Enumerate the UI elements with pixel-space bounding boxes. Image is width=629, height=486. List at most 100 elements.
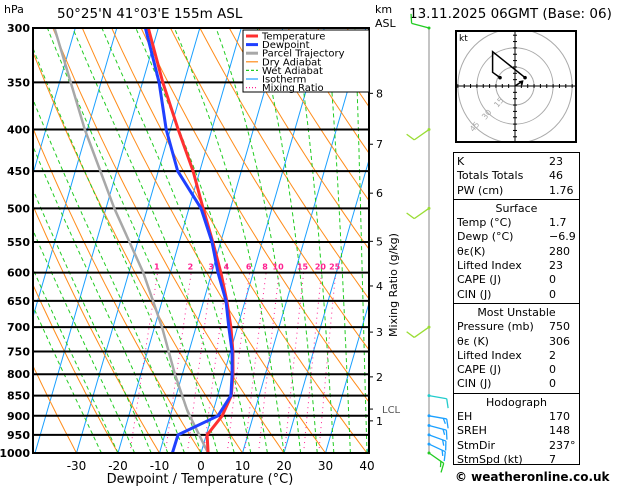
wind-level-dot xyxy=(427,128,431,132)
copyright-footer: © weatheronline.co.uk xyxy=(455,470,610,484)
stat-value: 0 xyxy=(549,273,556,287)
profiles xyxy=(53,28,235,453)
km-tick-label: 5 xyxy=(376,235,383,248)
stat-row: StmDir 237° xyxy=(454,439,579,453)
stat-row: θε(K) 280 xyxy=(454,245,579,259)
km-tick-label: 4 xyxy=(376,280,383,293)
wind-barb xyxy=(428,394,447,400)
stat-value: −6.9 xyxy=(549,230,576,244)
pressure-tick-label: 850 xyxy=(7,390,30,403)
mixing-ratio-label: 4 xyxy=(224,263,230,272)
mixing-ratio-label: 8 xyxy=(262,263,268,272)
mixing-ratio-label: 2 xyxy=(188,263,194,272)
km-tick-label: 1 xyxy=(376,415,383,428)
wind-barb xyxy=(413,207,430,220)
wind-barb xyxy=(428,424,447,431)
wind-barbs xyxy=(406,13,449,473)
pressure-tick-label: 900 xyxy=(7,410,30,423)
stat-row: StmSpd (kt) 7 xyxy=(454,453,579,467)
wind-barb xyxy=(411,22,430,29)
stat-row: Dewp (°C) −6.9 xyxy=(454,230,579,244)
stat-value: 750 xyxy=(549,320,570,334)
wind-level-dot xyxy=(427,414,431,418)
dry-adiabat-line xyxy=(33,51,243,453)
wind-barb xyxy=(428,452,445,464)
stat-row: Totals Totals 46 xyxy=(454,169,579,183)
wind-barb-feather xyxy=(406,331,415,338)
wind-level-dot xyxy=(427,325,431,329)
wind-barb xyxy=(413,129,430,141)
wind-barb-feather xyxy=(445,430,448,440)
km-tick-label: 2 xyxy=(376,371,383,384)
stat-row: CAPE (J) 0 xyxy=(454,363,579,377)
hodograph: 153045kt xyxy=(455,30,577,143)
wind-barb-feather xyxy=(406,212,415,220)
stat-label: Lifted Index xyxy=(457,259,522,273)
wind-barb xyxy=(428,434,447,442)
section-title: Most Unstable xyxy=(477,305,556,319)
wind-barb-feather xyxy=(441,450,444,457)
stat-row: PW (cm) 1.76 xyxy=(454,184,579,198)
stat-row: CIN (J) 0 xyxy=(454,377,579,391)
lcl-label: LCL xyxy=(382,405,401,416)
pressure-tick-label: 300 xyxy=(7,22,30,35)
wind-barb xyxy=(413,326,430,338)
legend: TemperatureDewpointParcel TrajectoryDry … xyxy=(242,29,370,94)
stat-label: SREH xyxy=(457,424,487,438)
stat-value: 7 xyxy=(549,452,556,466)
stat-row: SREH 148 xyxy=(454,424,579,438)
stat-row: Lifted Index 2 xyxy=(454,349,579,363)
stat-label: CIN (J) xyxy=(457,287,492,301)
legend-label: Mixing Ratio xyxy=(262,83,324,94)
pressure-tick-label: 500 xyxy=(7,202,30,215)
stat-row: Lifted Index 23 xyxy=(454,259,579,273)
stat-label: Dewp (°C) xyxy=(457,230,514,244)
section-title: Surface xyxy=(495,201,538,215)
stat-value: 0 xyxy=(549,363,556,377)
hodograph-section: Hodograph EH 170 SREH 148 StmDir 237° StmSpd (k… xyxy=(454,394,579,468)
mixing-ratio-axis-label: Mixing Ratio (g/kg) xyxy=(387,233,400,337)
wind-barb-feather xyxy=(443,451,446,462)
pressure-tick-label: 550 xyxy=(7,236,30,249)
stat-label: θε (K) xyxy=(457,334,489,348)
hodograph-unit-label: kt xyxy=(459,34,468,44)
wind-level-dot xyxy=(427,423,431,427)
stat-row: Temp (°C) 1.7 xyxy=(454,216,579,230)
wind-barb-feather xyxy=(410,13,413,24)
mixing-ratio-line xyxy=(258,272,280,453)
stat-row: EH 170 xyxy=(454,410,579,424)
x-tick-label: -10 xyxy=(150,459,170,473)
km-tick-label: 8 xyxy=(376,87,383,100)
x-axis-title: Dewpoint / Temperature (°C) xyxy=(107,472,294,486)
wind-level-dot xyxy=(427,433,431,437)
mixing-ratio-label: 1 xyxy=(154,263,160,272)
x-tick-label: -30 xyxy=(67,459,87,473)
stat-label: StmDir xyxy=(457,438,496,452)
wind-level-dot xyxy=(427,26,431,30)
dry-adiabat-line xyxy=(33,126,202,453)
wet-adiabat-line xyxy=(33,46,202,453)
mixing-ratio-label: 25 xyxy=(329,263,341,272)
mixing-ratio-line xyxy=(164,272,192,453)
stat-value: 0 xyxy=(549,377,556,391)
stat-label: PW (cm) xyxy=(457,183,504,197)
wind-level-dot xyxy=(427,451,431,455)
stat-row: CIN (J) 0 xyxy=(454,288,579,302)
stat-row: θε (K) 306 xyxy=(454,335,579,349)
stat-value: 1.76 xyxy=(549,183,574,197)
surface-section: Surface Temp (°C) 1.7 Dewp (°C) −6.9 θε(K) 280… xyxy=(454,200,579,304)
stat-label: StmSpd (kt) xyxy=(457,452,523,466)
mixing-ratio-label: 10 xyxy=(273,263,285,272)
pressure-tick-label: 1000 xyxy=(0,447,30,460)
km-tick-label: 6 xyxy=(376,187,383,200)
x-tick-label: 40 xyxy=(359,459,374,473)
stat-label: Totals Totals xyxy=(457,169,524,183)
stat-row: CAPE (J) 0 xyxy=(454,273,579,287)
wind-barb xyxy=(428,415,447,420)
x-tick-label: 30 xyxy=(318,459,333,473)
stat-row: K 23 xyxy=(454,155,579,169)
mixing-ratio-label: 20 xyxy=(315,263,327,272)
wind-barb-feather xyxy=(446,418,449,429)
parcel-trajectory-line xyxy=(53,28,210,453)
hodograph-endpoint xyxy=(523,75,527,80)
